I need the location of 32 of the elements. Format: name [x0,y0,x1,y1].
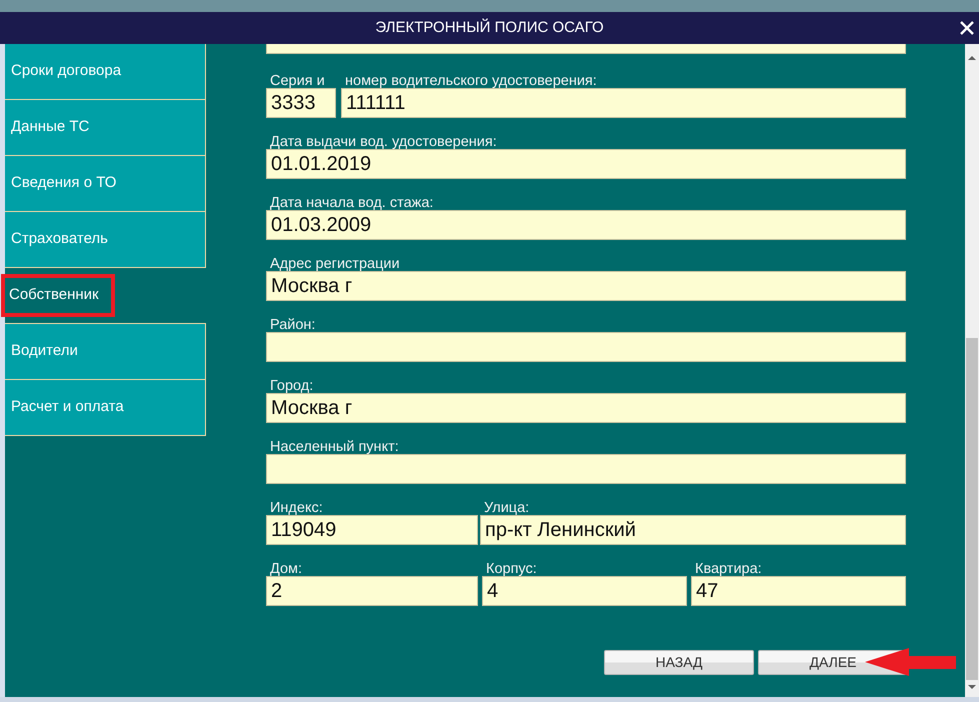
input-field[interactable]: 01.03.2009 [266,210,906,240]
field-label: Квартира: [694,562,763,576]
field-label: Улица: [483,501,530,515]
input-field[interactable]: Москва г [266,271,906,301]
field-label: Дата начала вод. стажа: [269,196,434,210]
input-field[interactable]: Москва г [266,393,906,423]
field-label: номер водительского удостоверения: [344,74,598,88]
scrollbar[interactable] [965,44,979,697]
field-label: Город: [269,379,314,393]
field-label: Дата выдачи вод. удостоверения: [269,135,498,149]
close-icon[interactable] [959,20,975,36]
field-label: Серия и [269,74,326,88]
input-field[interactable]: 3333 [266,88,336,118]
window-title: ЭЛЕКТРОННЫЙ ПОЛИС ОСАГО [375,18,604,38]
input-field[interactable] [266,44,906,54]
input-field[interactable]: 47 [691,576,906,606]
field-label: Дом: [269,562,304,576]
input-field[interactable]: пр-кт Ленинский [480,515,906,545]
input-field[interactable] [266,454,906,484]
input-field[interactable]: 4 [482,576,687,606]
field-label: Индекс: [269,501,324,515]
input-field[interactable] [266,332,906,362]
arrow-icon [865,647,957,677]
input-field[interactable]: 111111 [341,88,906,118]
field-label: Корпус: [485,562,538,576]
field-label: Населенный пункт: [269,440,400,454]
input-field[interactable]: 2 [266,576,478,606]
input-field[interactable]: 01.01.2019 [266,149,906,179]
input-field[interactable]: 119049 [266,515,478,545]
back-button[interactable]: НАЗАД [604,650,754,675]
field-label: Адрес регистрации [269,257,401,271]
field-label: Район: [269,318,316,332]
